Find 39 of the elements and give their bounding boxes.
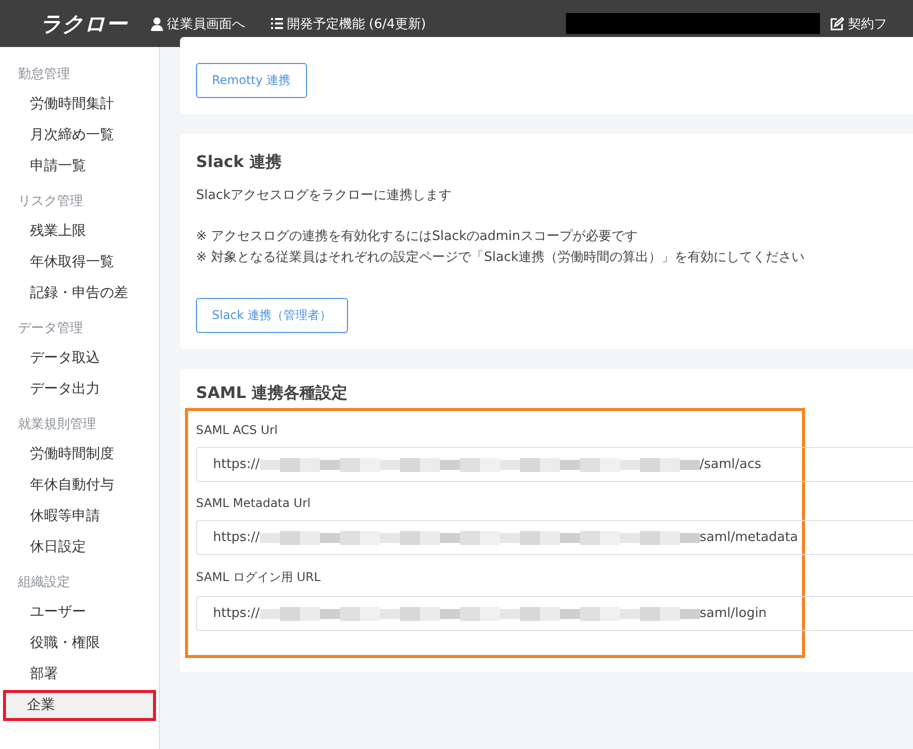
field-label: SAML ログイン用 URL [196,569,322,586]
sidebar-item[interactable]: 休日設定 [6,532,156,563]
sidebar-heading: リスク管理 [17,193,84,211]
field-label: SAML ACS Url [196,423,279,437]
sidebar-item[interactable]: 記録・申告の差 [6,278,156,309]
sidebar-item[interactable]: 年休自動付与 [6,470,156,501]
sidebar-item[interactable]: データ取込 [6,343,156,374]
sidebar-heading: 就業規則管理 [17,416,97,434]
sidebar-item[interactable]: 部署 [6,659,156,690]
edit-icon [830,16,844,30]
url-field[interactable]: https:// /saml/acs [196,447,913,482]
sidebar-item[interactable]: データ出力 [6,374,156,405]
nav-link[interactable]: 契約フ [830,14,887,32]
sidebar-item[interactable]: 申請一覧 [6,151,156,182]
sidebar-item[interactable]: 残業上限 [6,216,156,247]
note-text: ※ 対象となる従業員はそれぞれの設定ページで「Slack連携（労働時間の算出）」を有効にしてください [196,249,806,267]
logo[interactable]: ラクロー [40,10,151,38]
sidebar-item[interactable]: 年休取得一覧 [6,247,156,278]
nav-link[interactable]: 開発予定機能 (6/4更新) [270,14,426,32]
note-text: ※ アクセスログの連携を有効化するにはSlackのadminスコープが必要です [196,228,638,246]
sidebar-item[interactable]: 労働時間制度 [6,439,156,470]
sidebar-item[interactable]: 労働時間集計 [6,89,156,120]
sidebar-heading: 組織設定 [17,574,71,592]
nav-link[interactable]: 従業員画面へ [150,14,245,32]
section-title: SAML 連携各種設定 [196,383,349,404]
sidebar-heading: 勤怠管理 [17,66,71,84]
description-text: Slackアクセスログをラクローに連携します [196,187,453,205]
sidebar-item[interactable]: 役職・権限 [6,628,156,659]
sidebar-heading: データ管理 [17,320,84,338]
sidebar-item[interactable]: 企業 [3,690,156,721]
section-title: Slack 連携 [196,152,282,173]
field-label: SAML Metadata Url [196,496,312,510]
list-icon [270,18,283,29]
url-field[interactable]: https:// saml/login [196,596,913,631]
url-field[interactable]: https:// saml/metadata [196,520,913,555]
sidebar-item[interactable]: ユーザー [6,597,156,628]
sidebar-item[interactable]: 月次締め一覧 [6,120,156,151]
user-icon [150,16,163,30]
sidebar-item[interactable]: 休暇等申請 [6,501,156,532]
